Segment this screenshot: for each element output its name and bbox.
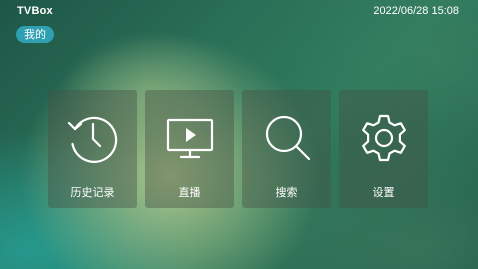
live-tv-icon xyxy=(145,110,234,166)
app-title: TVBox xyxy=(17,5,53,17)
history-label: 历史记录 xyxy=(70,186,115,199)
top-bar: TVBox 2022/06/28 15:08 xyxy=(0,0,478,24)
search-label: 搜索 xyxy=(275,186,298,199)
settings-label: 设置 xyxy=(372,186,395,199)
search-icon xyxy=(242,110,331,166)
live-tile[interactable]: 直播 xyxy=(145,90,234,208)
settings-tile[interactable]: 设置 xyxy=(339,90,428,208)
tab-mine[interactable]: 我的 xyxy=(16,26,54,43)
search-tile[interactable]: 搜索 xyxy=(242,90,331,208)
live-label: 直播 xyxy=(178,186,201,199)
clock: 2022/06/28 15:08 xyxy=(373,5,459,17)
gear-icon xyxy=(339,110,428,166)
menu-tiles: 历史记录 直播 搜索 设置 xyxy=(48,90,428,208)
history-icon xyxy=(48,110,137,166)
history-tile[interactable]: 历史记录 xyxy=(48,90,137,208)
